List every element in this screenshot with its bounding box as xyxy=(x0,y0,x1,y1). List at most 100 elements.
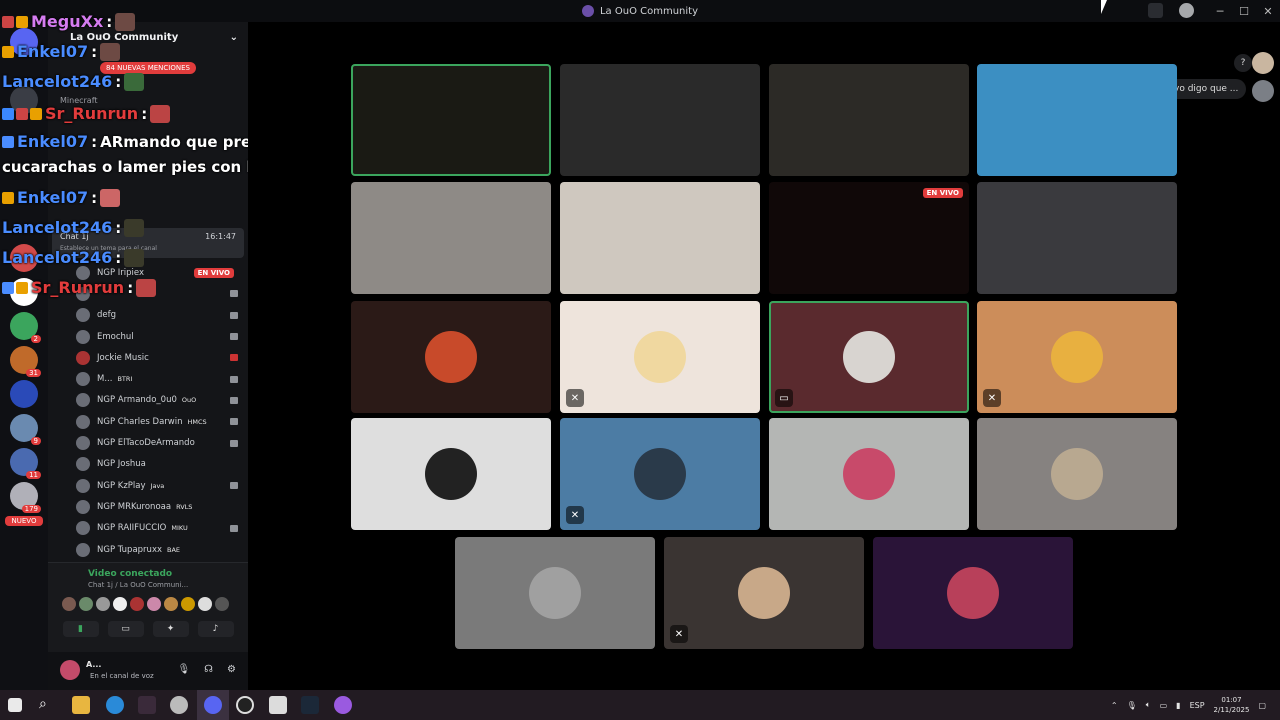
avatar xyxy=(76,521,90,536)
camera-icon xyxy=(230,396,238,404)
participant-tile[interactable] xyxy=(351,301,551,413)
list-item[interactable]: NGP ElTacoDeArmando xyxy=(76,432,244,453)
user-name: A... xyxy=(86,660,102,669)
list-item[interactable]: Jockie Music xyxy=(76,347,244,368)
list-item[interactable]: NGP MRKuronoaa RVLS xyxy=(76,496,244,517)
mic-muted-icon: ✕ xyxy=(670,625,688,643)
video-tile[interactable] xyxy=(977,64,1177,176)
participant-tile[interactable]: ✕ xyxy=(560,301,760,413)
participant-tile[interactable] xyxy=(455,537,655,649)
server-icon-6[interactable] xyxy=(10,380,38,408)
participant-tile[interactable] xyxy=(977,418,1177,530)
server-icon-8[interactable]: 11 xyxy=(10,448,41,479)
list-item[interactable]: M... BTRI xyxy=(76,368,244,389)
avatar[interactable] xyxy=(164,597,178,611)
avatar xyxy=(843,331,895,383)
microphone-icon[interactable]: 🎙︎ xyxy=(1127,701,1137,710)
list-item[interactable]: NGP Charles Darwin HMCS xyxy=(76,411,244,432)
app-icon[interactable] xyxy=(334,696,352,714)
mic-muted-icon: ✕ xyxy=(983,389,1001,407)
window-title-text: La OuO Community xyxy=(599,5,698,17)
obs-icon[interactable] xyxy=(236,696,254,714)
video-tile[interactable]: EN VIVO xyxy=(769,182,969,294)
server-icon-7[interactable]: 9 xyxy=(10,414,41,445)
avatar[interactable] xyxy=(79,597,93,611)
activities-button[interactable]: ✦ xyxy=(152,621,189,637)
list-item[interactable]: NGP Joshua xyxy=(76,454,244,475)
list-item[interactable]: NGP Armando_0u0 OuO xyxy=(76,390,244,411)
avatar[interactable] xyxy=(1252,80,1274,102)
app-icon[interactable] xyxy=(138,696,156,714)
chat-user: Sr_Runrun xyxy=(45,104,139,123)
chevron-down-icon[interactable]: ⌄ xyxy=(230,32,238,43)
help-button[interactable]: ? xyxy=(1234,54,1252,72)
avatar xyxy=(425,331,477,383)
new-servers-badge[interactable]: NUEVO xyxy=(5,516,43,526)
server-icon-9[interactable]: 179 xyxy=(10,482,41,513)
search-icon[interactable]: ⌕ xyxy=(39,696,57,714)
app-icon[interactable] xyxy=(170,696,188,714)
close-button[interactable]: ✕ xyxy=(1256,5,1280,18)
crown-icon xyxy=(2,45,14,58)
file-explorer-icon[interactable] xyxy=(72,696,90,714)
network-icon[interactable]: ▭ xyxy=(1160,701,1168,710)
gear-icon[interactable]: ⚙ xyxy=(227,664,236,675)
server-icon-4[interactable]: 2 xyxy=(10,312,41,343)
avatar xyxy=(947,567,999,619)
list-item[interactable]: Emochul xyxy=(76,326,244,347)
avatar[interactable] xyxy=(147,597,161,611)
camera-button[interactable]: ▮ xyxy=(62,621,99,637)
avatar[interactable] xyxy=(181,597,195,611)
list-item[interactable]: defg xyxy=(76,305,244,326)
participant-tile[interactable]: ✕ xyxy=(977,301,1177,413)
avatar[interactable] xyxy=(60,660,80,680)
video-tile[interactable] xyxy=(560,64,760,176)
chat-user: Sr_Runrun xyxy=(31,278,125,297)
microphone-icon[interactable]: 🎙︎ xyxy=(177,664,190,675)
minimize-button[interactable]: ─ xyxy=(1208,5,1232,18)
help-icon[interactable] xyxy=(1179,3,1194,18)
avatar[interactable] xyxy=(113,597,127,611)
server-icon-5[interactable]: 31 xyxy=(10,346,41,377)
window-titlebar: La OuO Community ─ ☐ ✕ xyxy=(0,0,1280,22)
participant-tile[interactable]: ✕ xyxy=(560,418,760,530)
participant-tile[interactable]: ▭ xyxy=(769,301,969,413)
video-tile[interactable] xyxy=(351,182,551,294)
steam-icon[interactable] xyxy=(301,696,319,714)
avatar[interactable] xyxy=(215,597,229,611)
voice-channel-link[interactable]: Chat 1j / La OuO Communi... xyxy=(48,579,248,589)
speaker-icon[interactable]: 🔈︎ xyxy=(1146,700,1151,710)
screen-share-icon: ▭ xyxy=(775,389,793,407)
chevron-up-icon[interactable]: ⌃ xyxy=(1111,701,1118,710)
video-tile[interactable] xyxy=(351,64,551,176)
inbox-icon[interactable] xyxy=(1148,3,1163,18)
avatar[interactable] xyxy=(62,597,76,611)
list-item[interactable]: NGP Tupapruxx BAE xyxy=(76,539,244,560)
video-tile[interactable] xyxy=(977,182,1177,294)
windows-start-icon[interactable] xyxy=(8,698,22,712)
participant-tile[interactable] xyxy=(873,537,1073,649)
avatar[interactable] xyxy=(1252,52,1274,74)
notification-icon[interactable]: ▢ xyxy=(1258,701,1266,710)
video-tile[interactable] xyxy=(769,64,969,176)
list-item[interactable]: NGP KzPlay Java xyxy=(76,475,244,496)
maximize-button[interactable]: ☐ xyxy=(1232,5,1256,18)
video-tile[interactable] xyxy=(560,182,760,294)
member-tag: BAE xyxy=(167,545,181,554)
screen-share-button[interactable]: ▭ xyxy=(107,621,144,637)
participant-tile[interactable]: ✕ xyxy=(664,537,864,649)
headphones-icon[interactable]: ☊ xyxy=(204,664,213,675)
soundboard-button[interactable]: ♪ xyxy=(197,621,234,637)
discord-icon[interactable] xyxy=(204,696,222,714)
clock[interactable]: 01:07 2/11/2025 xyxy=(1214,695,1250,715)
app-icon[interactable] xyxy=(269,696,287,714)
avatar[interactable] xyxy=(130,597,144,611)
edge-browser-icon[interactable] xyxy=(106,696,124,714)
participant-tile[interactable] xyxy=(769,418,969,530)
language-indicator[interactable]: ESP xyxy=(1190,701,1205,710)
avatar[interactable] xyxy=(96,597,110,611)
battery-icon[interactable]: ▮ xyxy=(1176,701,1180,710)
participant-tile[interactable] xyxy=(351,418,551,530)
list-item[interactable]: NGP RAIIFUCCIO MIKU xyxy=(76,518,244,539)
avatar[interactable] xyxy=(198,597,212,611)
